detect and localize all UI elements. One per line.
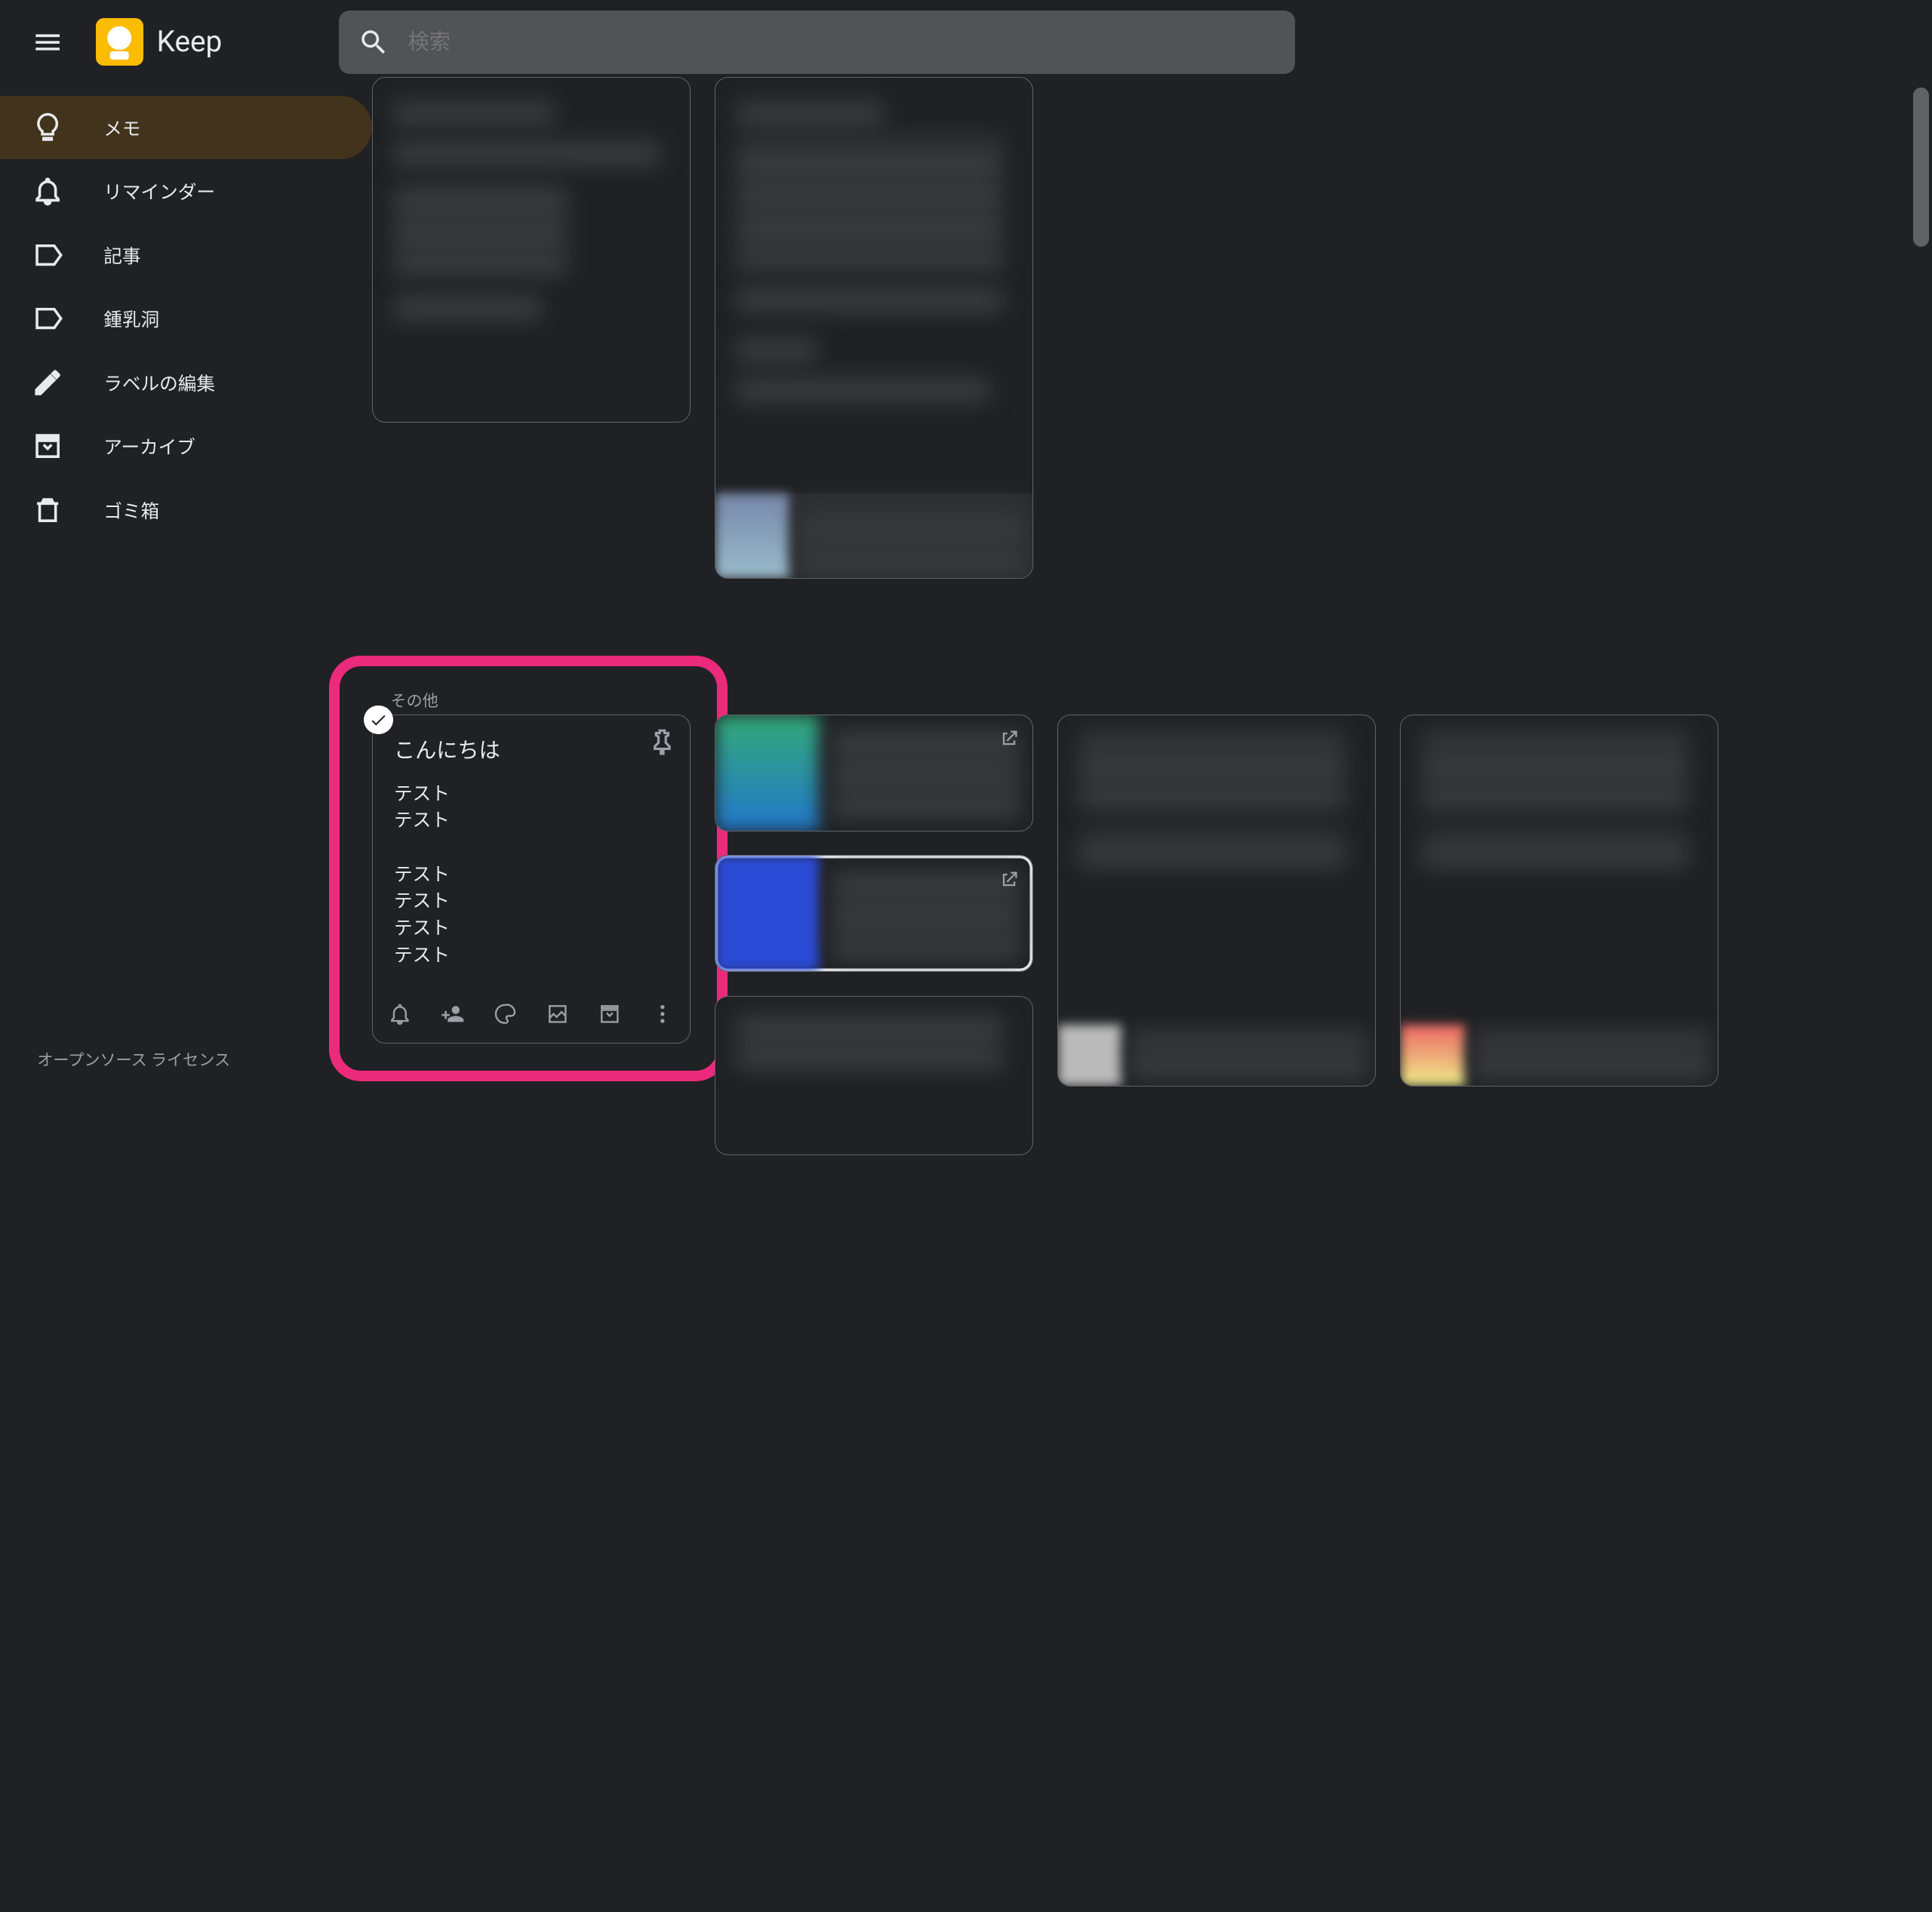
open-link-button[interactable] <box>998 869 1020 896</box>
sidebar-item-label-1[interactable]: 記事 <box>0 223 372 287</box>
archive-icon <box>32 430 63 462</box>
note-title: こんにちは <box>394 733 669 764</box>
note-card[interactable] <box>1057 715 1376 1087</box>
check-icon <box>369 711 388 730</box>
sidebar-label: アーカイブ <box>103 432 195 460</box>
external-link-icon <box>998 869 1020 890</box>
image-icon <box>546 1002 570 1026</box>
bell-icon <box>32 175 63 207</box>
label-icon <box>32 239 63 271</box>
open-source-licenses-link[interactable]: オープンソース ライセンス <box>37 1048 230 1071</box>
logo[interactable]: Keep <box>96 18 223 66</box>
select-check-badge[interactable] <box>364 705 393 735</box>
sidebar-label: リマインダー <box>103 177 215 204</box>
sidebar: メモ リマインダー 記事 鍾乳洞 ラベルの編集 アーカイブ ゴミ箱 <box>0 85 372 542</box>
note-card[interactable] <box>372 77 691 423</box>
image-button[interactable] <box>543 995 572 1032</box>
top-bar: Keep 90 <box>0 0 1932 85</box>
keep-icon <box>96 18 143 66</box>
note-card-selected[interactable]: こんにちは テスト テスト テスト テスト テスト テスト <box>372 715 691 1044</box>
search-bar[interactable] <box>339 11 1295 74</box>
search-input[interactable] <box>408 29 1277 54</box>
open-link-button[interactable] <box>998 728 1020 755</box>
palette-icon <box>493 1002 517 1026</box>
app-title: Keep <box>157 25 223 59</box>
remind-button[interactable] <box>386 995 414 1032</box>
note-toolbar <box>386 995 676 1032</box>
sidebar-item-label-2[interactable]: 鍾乳洞 <box>0 287 372 350</box>
archive-button[interactable] <box>595 995 624 1032</box>
person-add-icon <box>441 1002 465 1026</box>
pin-button[interactable] <box>648 728 677 763</box>
note-card[interactable] <box>715 855 1033 972</box>
pin-icon <box>648 728 677 758</box>
sidebar-item-notes[interactable]: メモ <box>0 96 372 159</box>
note-card[interactable] <box>715 715 1033 832</box>
sidebar-label: ゴミ箱 <box>103 496 159 524</box>
pencil-icon <box>32 367 63 398</box>
sidebar-item-reminders[interactable]: リマインダー <box>0 159 372 223</box>
bell-icon <box>388 1002 412 1026</box>
sidebar-item-edit-labels[interactable]: ラベルの編集 <box>0 351 372 414</box>
main-menu-button[interactable] <box>16 11 79 74</box>
hamburger-icon <box>32 26 63 58</box>
collaborator-button[interactable] <box>438 995 467 1032</box>
lightbulb-icon <box>32 112 63 143</box>
section-label-other: その他 <box>390 689 438 712</box>
sidebar-item-archive[interactable]: アーカイブ <box>0 414 372 478</box>
sidebar-label: メモ <box>103 114 140 141</box>
label-icon <box>32 303 63 334</box>
trash-icon <box>32 494 63 526</box>
more-button[interactable] <box>648 995 677 1032</box>
archive-icon <box>598 1002 622 1026</box>
more-vert-icon <box>651 1002 675 1026</box>
note-card[interactable] <box>1400 715 1718 1087</box>
sidebar-label: 記事 <box>103 241 140 269</box>
sidebar-label: 鍾乳洞 <box>103 305 159 332</box>
note-card[interactable] <box>715 77 1033 579</box>
note-card[interactable] <box>715 996 1033 1155</box>
scrollbar-thumb[interactable] <box>1913 88 1929 247</box>
palette-button[interactable] <box>491 995 519 1032</box>
search-icon <box>358 26 389 58</box>
sidebar-label: ラベルの編集 <box>103 369 215 396</box>
sidebar-item-trash[interactable]: ゴミ箱 <box>0 478 372 542</box>
external-link-icon <box>998 728 1020 749</box>
notes-area: その他 こんにちは テスト テスト テスト テスト テスト テスト <box>372 85 1932 1087</box>
note-body: テスト テスト テスト テスト テスト テスト <box>394 781 669 970</box>
